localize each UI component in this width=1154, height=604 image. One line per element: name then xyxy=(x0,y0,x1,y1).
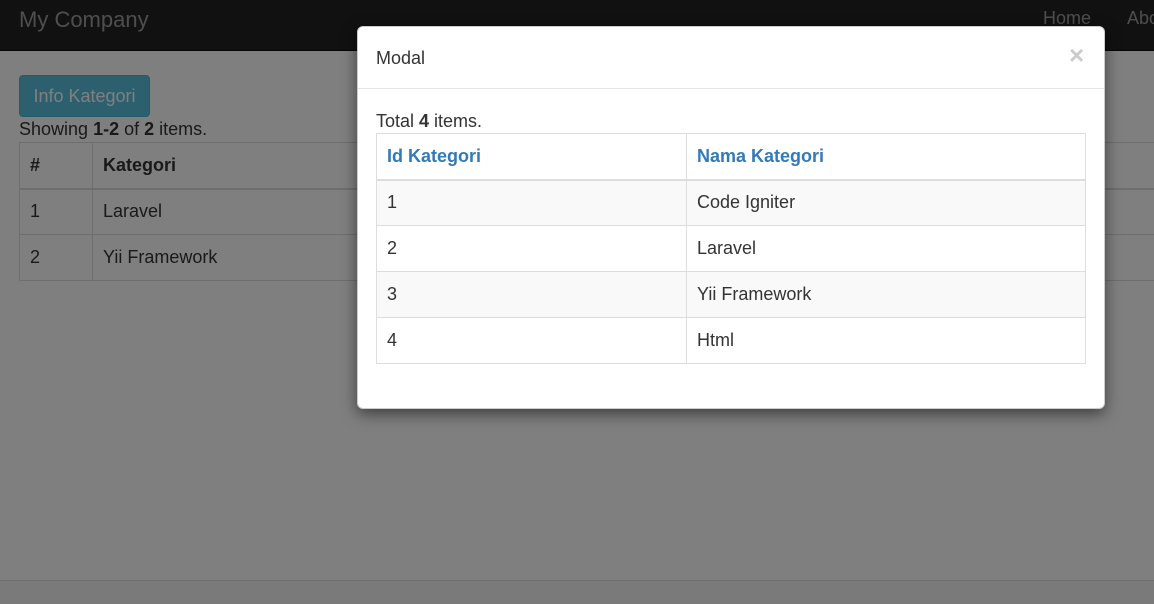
cell-nama: Yii Framework xyxy=(686,271,1086,318)
cell-nama: Code Igniter xyxy=(686,179,1086,226)
cell-id: 3 xyxy=(376,271,687,318)
table-row: 1 Code Igniter xyxy=(376,179,1086,226)
modal-header: Modal × xyxy=(358,27,1104,89)
table-row: 4 Html xyxy=(376,317,1086,364)
table-row: 3 Yii Framework xyxy=(376,271,1086,318)
cell-nama: Laravel xyxy=(686,225,1086,272)
cell-id: 4 xyxy=(376,317,687,364)
column-header-id-kategori[interactable]: Id Kategori xyxy=(376,133,687,181)
column-header-nama-kategori[interactable]: Nama Kategori xyxy=(686,133,1086,181)
table-row: 2 Laravel xyxy=(376,225,1086,272)
cell-id: 1 xyxy=(376,179,687,226)
modal-dialog: Modal × Total 4 items. Id Kategori Nama … xyxy=(357,26,1105,409)
modal-total-summary: Total 4 items. xyxy=(376,111,482,132)
cell-nama: Html xyxy=(686,317,1086,364)
cell-id: 2 xyxy=(376,225,687,272)
modal-kategori-table: Id Kategori Nama Kategori 1 Code Igniter… xyxy=(376,133,1086,364)
total-prefix: Total xyxy=(376,111,420,131)
total-suffix: items. xyxy=(429,111,483,131)
modal-table-header-row: Id Kategori Nama Kategori xyxy=(376,133,1086,181)
close-icon[interactable]: × xyxy=(1069,42,1084,68)
total-count: 4 xyxy=(419,111,430,131)
modal-title: Modal xyxy=(376,48,426,68)
